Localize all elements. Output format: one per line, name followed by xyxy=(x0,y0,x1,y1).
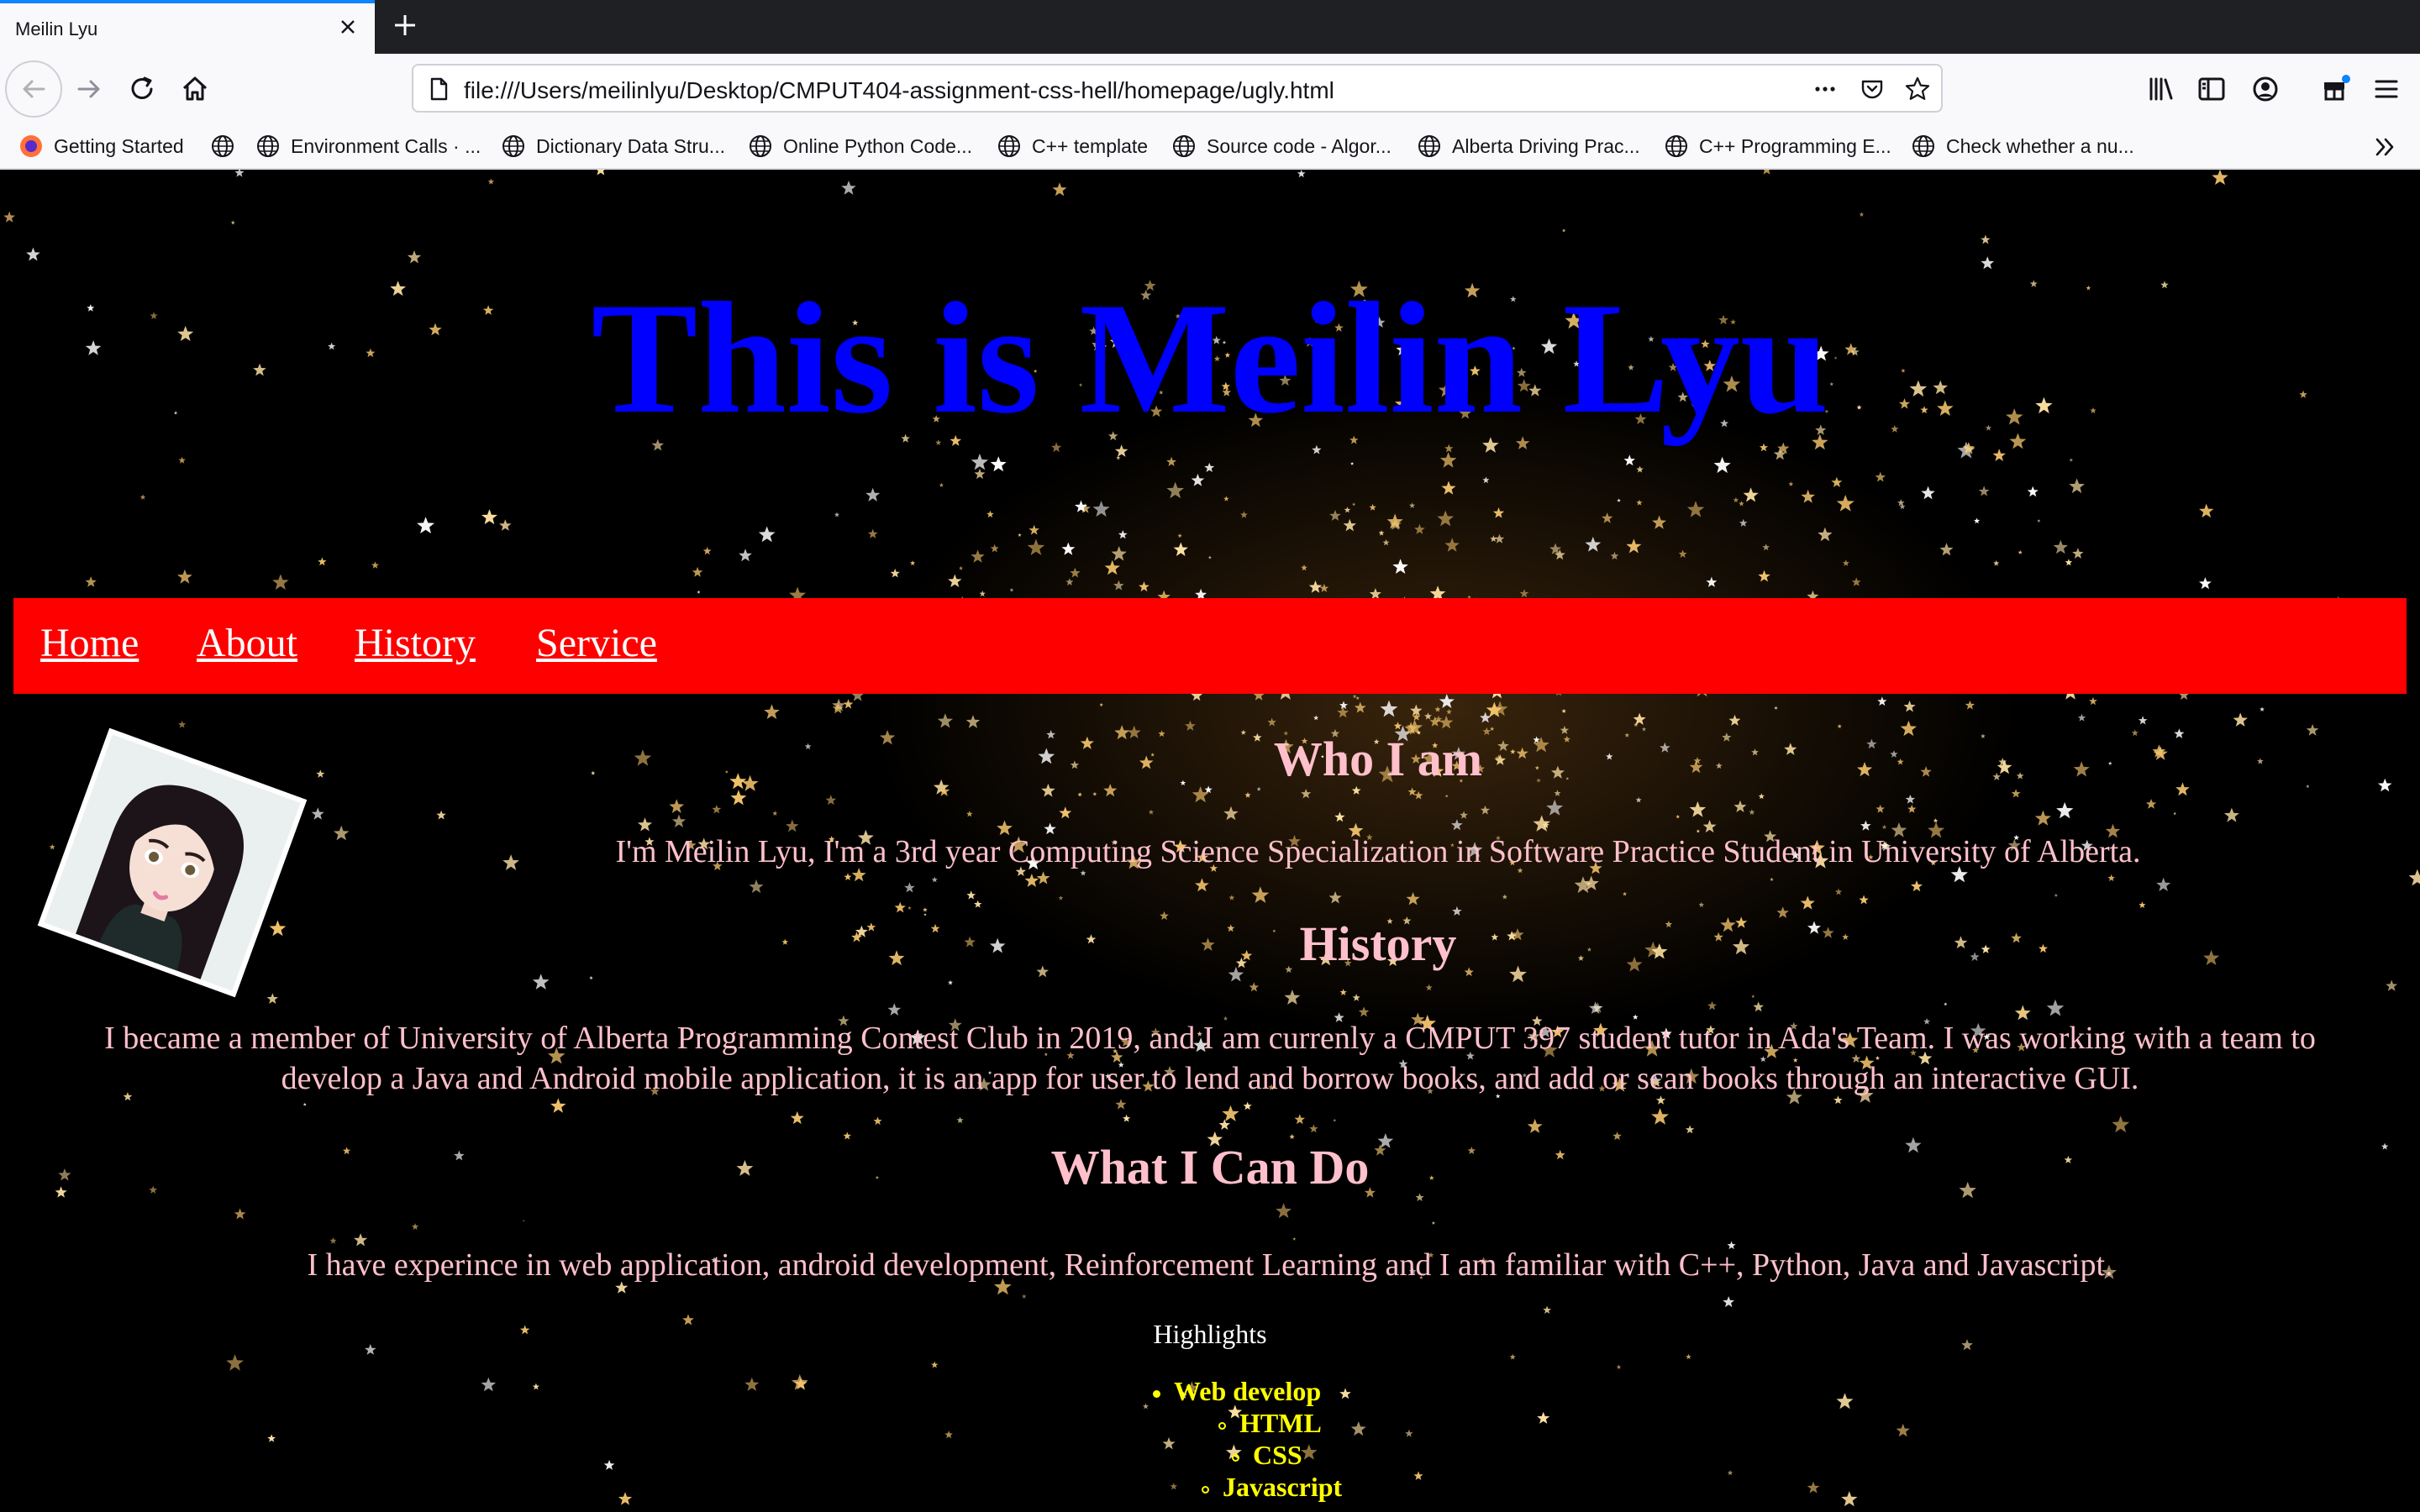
url-bar[interactable]: file:///Users/meilinlyu/Desktop/CMPUT404… xyxy=(412,64,1943,113)
history-text-line-1: I became a member of University of Alber… xyxy=(104,1021,2316,1056)
menu-history-link[interactable]: History xyxy=(355,620,476,666)
bookmark-star-icon[interactable] xyxy=(1904,76,1931,102)
list-item-javascript: Javascript xyxy=(1202,1472,1342,1503)
list-item-css: CSS xyxy=(1232,1440,1302,1471)
globe-icon xyxy=(502,135,524,157)
menu-service-link[interactable]: Service xyxy=(536,620,657,666)
bookmark-label: Dictionary Data Stru... xyxy=(536,134,725,157)
bullet xyxy=(1218,1422,1226,1431)
tab-title: Meilin Lyu xyxy=(15,18,98,39)
globe-icon xyxy=(1173,135,1195,157)
web-page: This is Meilin Lyu Home About History Se… xyxy=(0,170,2420,1512)
history-text: I became a member of University of Alber… xyxy=(34,1018,2386,1099)
bookmark-label: Environment Calls · ... xyxy=(291,134,481,157)
history-text-line-2: develop a Java and Android mobile applic… xyxy=(281,1061,2139,1096)
bookmark-check-whether[interactable]: Check whether a nu... xyxy=(1911,133,2134,160)
globe-icon xyxy=(1665,135,1687,157)
bookmark-label: C++ template xyxy=(1032,134,1149,157)
bookmark-source-code[interactable]: Source code - Algor... xyxy=(1171,133,1392,160)
list-item-label: HTML xyxy=(1239,1408,1322,1438)
menu-home-link[interactable]: Home xyxy=(40,620,139,666)
menu-icon[interactable] xyxy=(2368,71,2405,108)
globe-icon xyxy=(750,135,771,157)
bullet xyxy=(1232,1454,1239,1462)
sidebar-icon[interactable] xyxy=(2193,71,2230,108)
tab-strip: Meilin Lyu xyxy=(0,0,2420,54)
pocket-icon[interactable] xyxy=(1859,76,1886,102)
bookmark-label: C++ Programming E... xyxy=(1699,134,1891,157)
bookmark-label: Source code - Algor... xyxy=(1207,134,1392,157)
reload-icon[interactable] xyxy=(124,71,161,108)
skills-text: I have experince in web application, and… xyxy=(307,1247,2113,1283)
globe-icon xyxy=(1418,135,1440,157)
what-i-can-do-heading: What I Can Do xyxy=(1050,1140,1370,1194)
list-item-web-develop: Web develop xyxy=(1153,1376,1321,1407)
globe-icon xyxy=(212,135,234,157)
bookmark-cpp-template[interactable]: C++ template xyxy=(997,133,1148,160)
list-item-label: Web develop xyxy=(1174,1376,1322,1406)
new-tab-icon[interactable] xyxy=(392,12,418,39)
bookmark-label: Check whether a nu... xyxy=(1946,134,2134,157)
forward-icon[interactable] xyxy=(71,71,108,108)
extensions-icon[interactable] xyxy=(2316,71,2353,108)
globe-icon xyxy=(257,135,279,157)
url-text: file:///Users/meilinlyu/Desktop/CMPUT404… xyxy=(464,77,1334,103)
menu-bar: Home About History Service xyxy=(13,598,2407,694)
account-icon[interactable] xyxy=(2247,71,2284,108)
bullet xyxy=(1202,1486,1209,1494)
chevron-more-bookmarks-icon[interactable] xyxy=(2371,134,2400,160)
close-tab-icon[interactable] xyxy=(334,13,361,40)
back-arrow-icon xyxy=(23,80,45,98)
list-item-label: Javascript xyxy=(1223,1472,1343,1502)
who-heading: Who I am xyxy=(1273,732,1483,786)
bookmark-online-python[interactable]: Online Python Code... xyxy=(748,133,972,160)
bookmark-label: Online Python Code... xyxy=(783,134,973,157)
bookmark-cpp-programming[interactable]: C++ Programming E... xyxy=(1664,133,1891,160)
home-icon[interactable] xyxy=(176,71,213,108)
page-info-icon[interactable] xyxy=(425,76,452,102)
highlights-caption: Highlights xyxy=(1153,1319,1267,1349)
bookmark-alberta-driving[interactable]: Alberta Driving Prac... xyxy=(1417,133,1640,160)
globe-icon xyxy=(1912,135,1934,157)
bullet xyxy=(1153,1390,1160,1399)
bookmark-label: Getting Started xyxy=(54,134,184,157)
bookmark-environment-calls[interactable]: Environment Calls · ... xyxy=(255,133,481,160)
active-tab[interactable]: Meilin Lyu xyxy=(0,0,375,54)
page-title: This is Meilin Lyu xyxy=(591,270,1829,447)
bookmarks-toolbar: Getting Started Environment Calls · ... … xyxy=(0,124,2420,170)
bookmark-label: Alberta Driving Prac... xyxy=(1452,134,1640,157)
library-icon[interactable] xyxy=(2143,71,2180,108)
who-text: I'm Meilin Lyu, I'm a 3rd year Computing… xyxy=(615,834,2141,869)
menu-about-link[interactable]: About xyxy=(197,620,297,666)
more-actions-icon[interactable] xyxy=(1812,76,1839,102)
globe-icon xyxy=(998,135,1020,157)
list-item-label: CSS xyxy=(1253,1440,1302,1470)
bookmark-untitled[interactable] xyxy=(210,133,245,160)
list-item-html: HTML xyxy=(1218,1408,1322,1439)
firefox-icon xyxy=(20,135,42,157)
history-heading: History xyxy=(1299,916,1457,971)
bookmark-getting-started[interactable]: Getting Started xyxy=(18,133,184,160)
bookmark-dictionary-data[interactable]: Dictionary Data Stru... xyxy=(501,133,725,160)
navigation-toolbar: file:///Users/meilinlyu/Desktop/CMPUT404… xyxy=(0,54,2420,124)
